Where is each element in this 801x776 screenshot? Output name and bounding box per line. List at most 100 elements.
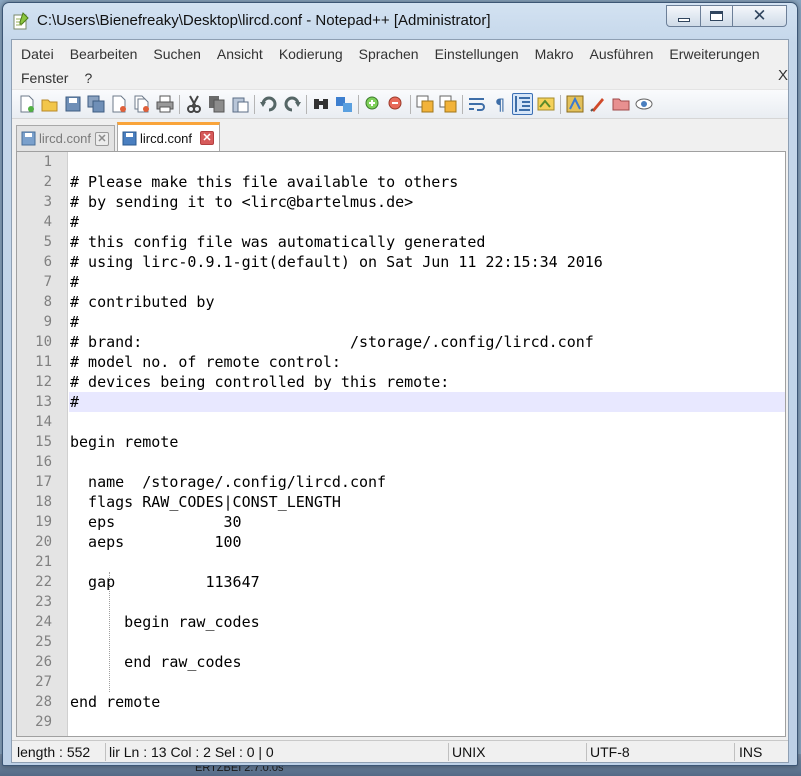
sync-horizontal-button[interactable]: [437, 93, 458, 115]
code-line[interactable]: 9 #: [17, 312, 785, 332]
find-button[interactable]: [310, 93, 331, 115]
code-line[interactable]: 16: [17, 452, 785, 472]
code-line[interactable]: 3 # by sending it to <lirc@bartelmus.de>: [17, 192, 785, 212]
menu-bearbeiten[interactable]: Bearbeiten: [61, 46, 145, 62]
line-text[interactable]: flags RAW_CODES|CONST_LENGTH: [69, 492, 785, 512]
status-insert-mode[interactable]: INS: [739, 744, 762, 760]
function-list-button[interactable]: [564, 93, 585, 115]
text-editor[interactable]: 1 2 # Please make this file available to o…: [16, 151, 786, 737]
code-line[interactable]: 17 name /storage/.config/lircd.conf: [17, 472, 785, 492]
line-text[interactable]: end raw_codes: [69, 652, 785, 672]
close-file-button[interactable]: [108, 93, 129, 115]
cut-button[interactable]: [183, 93, 204, 115]
print-button[interactable]: [154, 93, 175, 115]
line-text[interactable]: # this config file was automatically gen…: [69, 232, 785, 252]
line-text[interactable]: [69, 712, 785, 732]
menu-makro[interactable]: Makro: [526, 46, 581, 62]
line-text[interactable]: # devices being controlled by this remot…: [69, 372, 785, 392]
sync-vertical-button[interactable]: [414, 93, 435, 115]
menu-suchen[interactable]: Suchen: [144, 46, 207, 62]
code-line[interactable]: 18 flags RAW_CODES|CONST_LENGTH: [17, 492, 785, 512]
line-text[interactable]: [69, 452, 785, 472]
line-text[interactable]: # model no. of remote control:: [69, 352, 785, 372]
line-text[interactable]: #: [69, 312, 785, 332]
code-line[interactable]: 15 begin remote: [17, 432, 785, 452]
tab-lircd-conf-2[interactable]: lircd.conf ✕: [117, 122, 220, 151]
code-line[interactable]: 6 # using lirc-0.9.1-git(default) on Sat …: [17, 252, 785, 272]
menu-fenster[interactable]: Fenster: [12, 70, 75, 86]
menu-einstellungen[interactable]: Einstellungen: [426, 46, 526, 62]
line-text[interactable]: [69, 552, 785, 572]
code-line[interactable]: 10 # brand: /storage/.config/lircd.conf: [17, 332, 785, 352]
menu-erweiterungen[interactable]: Erweiterungen: [660, 46, 766, 62]
menu-sprachen[interactable]: Sprachen: [350, 46, 426, 62]
line-text[interactable]: #: [69, 392, 785, 412]
code-line[interactable]: 23: [17, 592, 785, 612]
code-line[interactable]: 8 # contributed by: [17, 292, 785, 312]
line-text[interactable]: [69, 152, 785, 172]
line-text[interactable]: eps 30: [69, 512, 785, 532]
tab-close-button[interactable]: ✕: [95, 131, 109, 146]
line-text[interactable]: # using lirc-0.9.1-git(default) on Sat J…: [69, 252, 785, 272]
code-line[interactable]: 4 #: [17, 212, 785, 232]
close-all-button[interactable]: [131, 93, 152, 115]
save-button[interactable]: [62, 93, 83, 115]
code-line[interactable]: 2 # Please make this file available to ot…: [17, 172, 785, 192]
monitor-button[interactable]: [633, 93, 654, 115]
close-window-button[interactable]: ✕: [732, 5, 787, 27]
macro-record-button[interactable]: [587, 93, 608, 115]
code-line[interactable]: 11 # model no. of remote control:: [17, 352, 785, 372]
line-text[interactable]: # contributed by: [69, 292, 785, 312]
code-line[interactable]: 29: [17, 712, 785, 732]
code-line[interactable]: 1: [17, 152, 785, 172]
line-text[interactable]: # brand: /storage/.config/lircd.conf: [69, 332, 785, 352]
line-text[interactable]: # Please make this file available to oth…: [69, 172, 785, 192]
line-text[interactable]: #: [69, 212, 785, 232]
tab-lircd-conf-1[interactable]: lircd.conf ✕: [16, 125, 115, 151]
status-encoding[interactable]: UTF-8: [590, 744, 630, 760]
close-document-button[interactable]: X: [778, 67, 788, 84]
line-text[interactable]: # by sending it to <lirc@bartelmus.de>: [69, 192, 785, 212]
maximize-button[interactable]: [700, 5, 733, 27]
status-eol[interactable]: UNIX: [452, 744, 485, 760]
code-line[interactable]: 21: [17, 552, 785, 572]
line-text[interactable]: #: [69, 272, 785, 292]
line-text[interactable]: end remote: [69, 692, 785, 712]
line-text[interactable]: begin raw_codes: [69, 612, 785, 632]
menu-datei[interactable]: Datei: [12, 46, 61, 62]
code-line[interactable]: 13 #: [17, 392, 785, 412]
line-text[interactable]: [69, 672, 785, 692]
code-line[interactable]: 7 #: [17, 272, 785, 292]
code-line[interactable]: 27: [17, 672, 785, 692]
code-line[interactable]: 20 aeps 100: [17, 532, 785, 552]
code-line[interactable]: 28 end remote: [17, 692, 785, 712]
copy-button[interactable]: [206, 93, 227, 115]
new-file-button[interactable]: [16, 93, 37, 115]
line-text[interactable]: name /storage/.config/lircd.conf: [69, 472, 785, 492]
document-map-button[interactable]: [535, 93, 556, 115]
indent-guide-button[interactable]: [512, 93, 533, 115]
line-text[interactable]: [69, 412, 785, 432]
menu-kodierung[interactable]: Kodierung: [270, 46, 350, 62]
minimize-button[interactable]: [666, 5, 701, 27]
line-text[interactable]: begin remote: [69, 432, 785, 452]
replace-button[interactable]: [333, 93, 354, 115]
undo-button[interactable]: [258, 93, 279, 115]
title-bar[interactable]: C:\Users\Bienefreaky\Desktop\lircd.conf …: [3, 3, 797, 39]
menu-ansicht[interactable]: Ansicht: [208, 46, 270, 62]
paste-button[interactable]: [229, 93, 250, 115]
code-line[interactable]: 22 gap 113647: [17, 572, 785, 592]
save-all-button[interactable]: [85, 93, 106, 115]
code-line[interactable]: 14: [17, 412, 785, 432]
code-line[interactable]: 24 begin raw_codes: [17, 612, 785, 632]
tab-close-button[interactable]: ✕: [200, 131, 214, 145]
open-file-button[interactable]: [39, 93, 60, 115]
zoom-in-button[interactable]: [362, 93, 383, 115]
word-wrap-button[interactable]: [466, 93, 487, 115]
redo-button[interactable]: [281, 93, 302, 115]
menu-help[interactable]: ?: [75, 70, 99, 86]
line-text[interactable]: gap 113647: [69, 572, 785, 592]
zoom-out-button[interactable]: [385, 93, 406, 115]
line-text[interactable]: aeps 100: [69, 532, 785, 552]
line-text[interactable]: [69, 592, 785, 612]
